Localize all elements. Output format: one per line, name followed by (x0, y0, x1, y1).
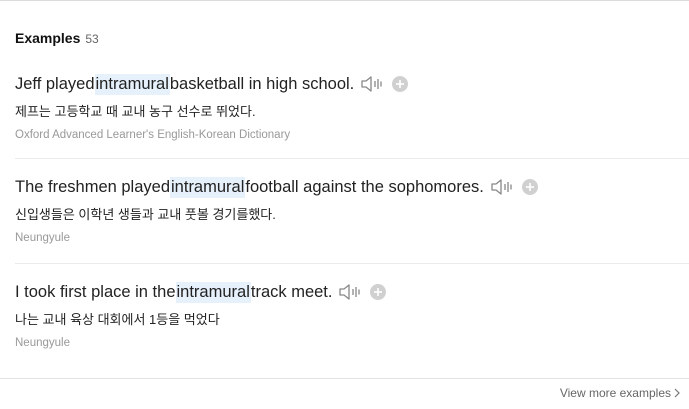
highlighted-term: intramural (175, 281, 251, 303)
sentence-text: I took first place in the (15, 282, 176, 301)
example-translation: 제프는 고등학교 때 교내 농구 선수로 뛰었다. (15, 104, 256, 119)
section-title: Examples (15, 30, 81, 46)
view-more-examples-link[interactable]: View more examples (560, 386, 680, 400)
example-translation: 나는 교내 육상 대회에서 1등을 먹었다 (15, 312, 220, 327)
examples-count: 53 (85, 32, 99, 46)
example-translation: 신입생들은 이학년 생들과 교내 풋볼 경기를했다. (15, 207, 276, 222)
highlighted-term: intramural (170, 176, 246, 198)
chevron-right-icon (674, 388, 680, 398)
plus-circle-icon[interactable] (370, 284, 387, 300)
example-sentence: The freshmen played intramural football … (15, 175, 689, 199)
speaker-icon[interactable] (360, 74, 384, 94)
examples-header: Examples 53 (15, 30, 99, 46)
example-source: Neungyule (15, 232, 70, 244)
top-divider (0, 0, 689, 1)
speaker-icon[interactable] (490, 177, 514, 197)
speaker-icon[interactable] (338, 282, 362, 302)
sentence-text: track meet. (250, 282, 333, 301)
sentence-text: Jeff played (15, 74, 95, 93)
example-item: Jeff played intramural basketball in hig… (15, 72, 689, 141)
view-more-label: View more examples (559, 386, 671, 400)
example-source: Neungyule (15, 337, 70, 349)
sentence-text: football against the sophomores. (245, 177, 484, 196)
example-sentence: Jeff played intramural basketball in hig… (15, 72, 689, 96)
example-source: Oxford Advanced Learner's English-Korean… (15, 129, 291, 141)
highlighted-term: intramural (94, 73, 170, 95)
example-item: The freshmen played intramural football … (15, 175, 689, 244)
sentence-text: basketball in high school. (169, 74, 355, 93)
example-sentence: I took first place in the intramural tra… (15, 280, 689, 304)
plus-circle-icon[interactable] (392, 76, 409, 92)
example-divider (15, 263, 689, 264)
footer-divider (0, 378, 689, 379)
example-item: I took first place in the intramural tra… (15, 280, 689, 349)
sentence-text: The freshmen played (15, 177, 171, 196)
example-divider (15, 158, 689, 159)
plus-circle-icon[interactable] (521, 179, 538, 195)
